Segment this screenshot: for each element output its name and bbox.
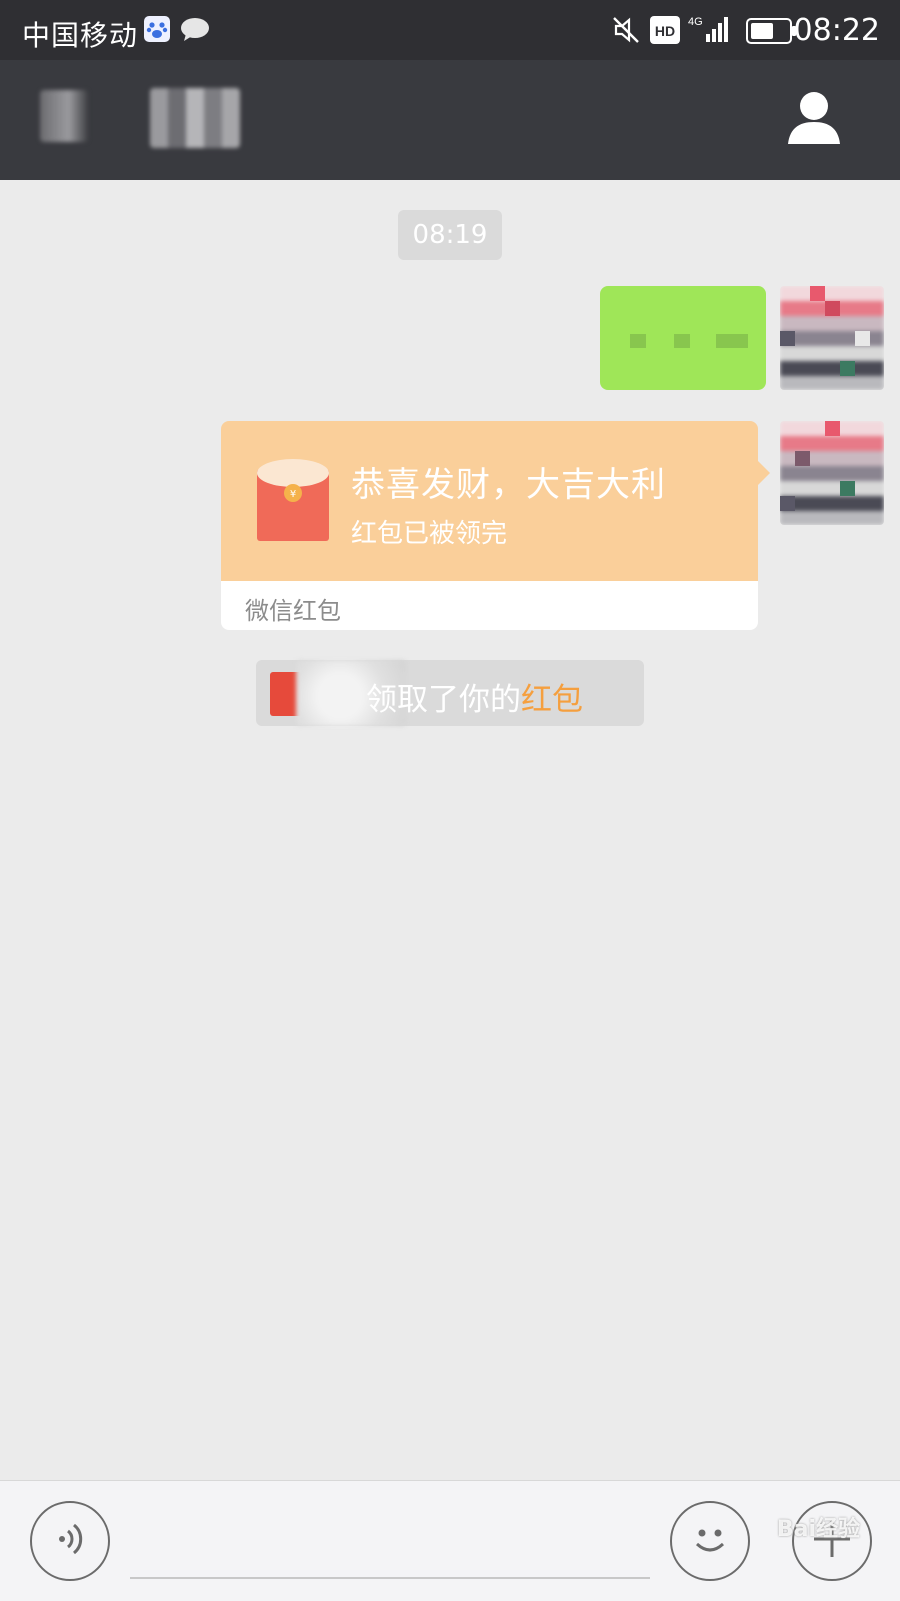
voice-toggle-button[interactable] bbox=[30, 1501, 110, 1581]
notice-highlight[interactable]: 红包 bbox=[521, 682, 583, 718]
message-input[interactable] bbox=[130, 1577, 650, 1579]
battery-icon bbox=[746, 18, 798, 48]
chat-content[interactable]: 08:19 ¥ 恭喜发财，大吉大利 红包已被领完 微信红包 领取了你的红包 bbox=[0, 180, 900, 1480]
notice-prefix: 领取了你的 bbox=[366, 682, 521, 718]
clock-label: 08:22 bbox=[793, 13, 880, 48]
signal-4g-icon: 4G bbox=[688, 14, 734, 48]
red-packet-claimed-notice: 领取了你的红包 bbox=[256, 660, 644, 726]
bubble-arrow bbox=[758, 461, 770, 485]
back-arrow-icon[interactable] bbox=[40, 90, 88, 142]
red-envelope-icon: ¥ bbox=[257, 459, 329, 541]
status-bar: 中国移动 HD 4G 08:22 bbox=[0, 0, 900, 60]
profile-icon[interactable] bbox=[786, 90, 842, 148]
red-packet-footer: 微信红包 bbox=[221, 581, 758, 630]
carrier-label: 中国移动 bbox=[22, 19, 139, 52]
input-bar: Bai经验 bbox=[0, 1480, 900, 1601]
hd-label: HD bbox=[655, 23, 675, 39]
hd-badge-icon: HD bbox=[650, 16, 680, 48]
red-packet-header: ¥ 恭喜发财，大吉大利 红包已被领完 bbox=[221, 421, 758, 581]
emoji-button[interactable] bbox=[670, 1501, 750, 1581]
chat-bubble-icon bbox=[180, 18, 210, 46]
mute-icon bbox=[612, 16, 640, 48]
emoji-icon bbox=[685, 1514, 735, 1568]
contact-name-blurred bbox=[150, 88, 240, 148]
red-packet-status: 红包已被领完 bbox=[351, 519, 508, 549]
notice-text: 领取了你的红包 bbox=[366, 674, 583, 719]
network-label: 4G bbox=[688, 16, 703, 28]
red-packet-brand: 微信红包 bbox=[245, 597, 341, 625]
avatar[interactable] bbox=[780, 286, 884, 390]
baidu-paw-icon bbox=[144, 16, 170, 46]
red-packet-card[interactable]: ¥ 恭喜发财，大吉大利 红包已被领完 微信红包 bbox=[221, 421, 770, 630]
chat-title-bar bbox=[0, 60, 900, 180]
avatar[interactable] bbox=[780, 421, 884, 525]
voice-icon bbox=[50, 1519, 90, 1563]
message-timestamp: 08:19 bbox=[398, 210, 502, 260]
watermark: Bai经验 bbox=[776, 1517, 860, 1542]
red-packet-title: 恭喜发财，大吉大利 bbox=[351, 465, 666, 505]
svg-text:¥: ¥ bbox=[290, 489, 296, 500]
text-message-bubble[interactable] bbox=[600, 286, 766, 390]
